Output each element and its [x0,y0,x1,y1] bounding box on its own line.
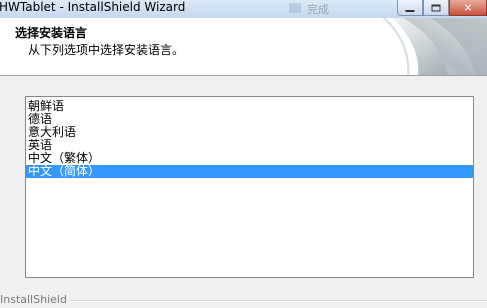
list-item-chinese-simplified[interactable]: 中文（简体） [26,165,473,178]
window-icon [289,3,301,13]
installer-window: HWTablet - InstallShield Wizard 完成 ✕ 选择安… [0,0,487,308]
list-item-italian[interactable]: 意大利语 [26,126,473,139]
window-title: HWTablet - InstallShield Wizard [0,0,186,14]
language-listbox[interactable]: 朝鲜语 德语 意大利语 英语 中文（繁体） 中文（简体） [25,96,474,278]
maximize-button[interactable] [423,0,449,16]
list-item-german[interactable]: 德语 [26,113,473,126]
close-icon: ✕ [463,1,473,14]
installshield-branding: InstallShield [0,293,67,306]
footer-divider [70,300,487,302]
close-button[interactable]: ✕ [449,0,487,16]
taskbar-ghost-label: 完成 [307,3,329,16]
maximize-icon [431,4,441,11]
taskbar-ghost: 完成 [283,0,353,16]
header-panel: 选择安装语言 从下列选项中选择安装语言。 [0,18,487,76]
page-subtitle: 从下列选项中选择安装语言。 [28,43,185,57]
minimize-icon [405,9,415,12]
installshield-curl-graphic [382,18,487,75]
page-title: 选择安装语言 [15,26,88,40]
minimize-button[interactable] [397,0,423,16]
title-bar[interactable]: HWTablet - InstallShield Wizard 完成 ✕ [0,0,487,18]
list-item-korean[interactable]: 朝鲜语 [26,100,473,113]
